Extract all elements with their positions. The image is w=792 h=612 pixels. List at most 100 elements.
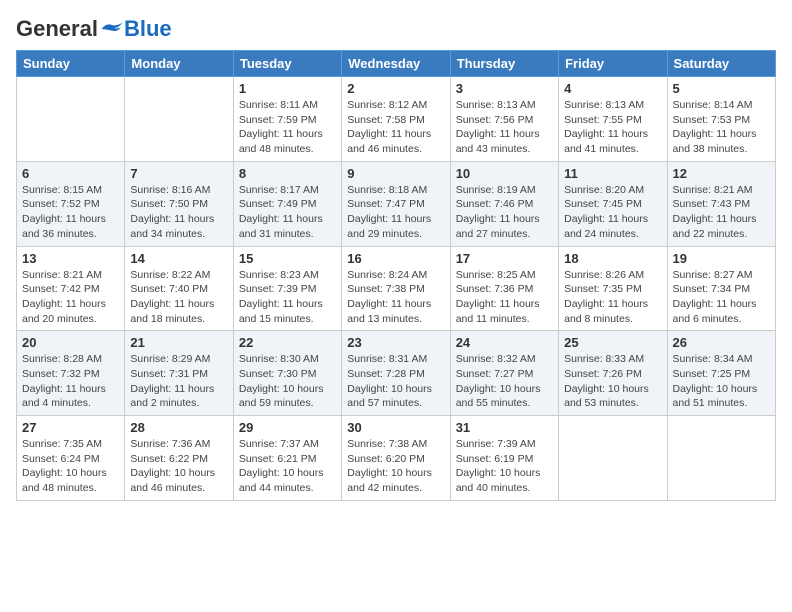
logo-bird-icon xyxy=(100,20,124,38)
day-of-week-header: Tuesday xyxy=(233,51,341,77)
day-of-week-header: Wednesday xyxy=(342,51,450,77)
day-number: 18 xyxy=(564,251,661,266)
calendar-cell: 1 Sunrise: 8:11 AM Sunset: 7:59 PM Daylig… xyxy=(233,77,341,162)
calendar-cell: 10 Sunrise: 8:19 AM Sunset: 7:46 PM Dayli… xyxy=(450,161,558,246)
day-number: 6 xyxy=(22,166,119,181)
day-detail: Sunrise: 8:21 AM Sunset: 7:42 PM Dayligh… xyxy=(22,268,119,327)
calendar-cell: 13 Sunrise: 8:21 AM Sunset: 7:42 PM Dayli… xyxy=(17,246,125,331)
calendar-cell: 11 Sunrise: 8:20 AM Sunset: 7:45 PM Dayli… xyxy=(559,161,667,246)
day-detail: Sunrise: 8:33 AM Sunset: 7:26 PM Dayligh… xyxy=(564,352,661,411)
day-number: 28 xyxy=(130,420,227,435)
calendar-cell: 23Sunrise: 8:31 AM Sunset: 7:28 PM Dayli… xyxy=(342,331,450,416)
calendar-cell: 8Sunrise: 8:17 AM Sunset: 7:49 PM Daylig… xyxy=(233,161,341,246)
day-detail: Sunrise: 8:11 AM Sunset: 7:59 PM Dayligh… xyxy=(239,98,336,157)
day-number: 5 xyxy=(673,81,770,96)
day-detail: Sunrise: 8:19 AM Sunset: 7:46 PM Dayligh… xyxy=(456,183,553,242)
day-detail: Sunrise: 7:35 AM Sunset: 6:24 PM Dayligh… xyxy=(22,437,119,496)
calendar-cell xyxy=(667,416,775,501)
day-number: 24 xyxy=(456,335,553,350)
day-of-week-header: Saturday xyxy=(667,51,775,77)
calendar-cell: 31 Sunrise: 7:39 AM Sunset: 6:19 PM Dayli… xyxy=(450,416,558,501)
calendar-cell: 19 Sunrise: 8:27 AM Sunset: 7:34 PM Dayli… xyxy=(667,246,775,331)
day-detail: Sunrise: 8:23 AM Sunset: 7:39 PM Dayligh… xyxy=(239,268,336,327)
calendar-cell: 16 Sunrise: 8:24 AM Sunset: 7:38 PM Dayli… xyxy=(342,246,450,331)
day-detail: Sunrise: 8:22 AM Sunset: 7:40 PM Dayligh… xyxy=(130,268,227,327)
calendar-cell: 15 Sunrise: 8:23 AM Sunset: 7:39 PM Dayli… xyxy=(233,246,341,331)
day-of-week-header: Friday xyxy=(559,51,667,77)
day-number: 20 xyxy=(22,335,119,350)
day-number: 1 xyxy=(239,81,336,96)
day-number: 3 xyxy=(456,81,553,96)
day-detail: Sunrise: 8:30 AM Sunset: 7:30 PM Dayligh… xyxy=(239,352,336,411)
day-detail: Sunrise: 8:21 AM Sunset: 7:43 PM Dayligh… xyxy=(673,183,770,242)
calendar-cell xyxy=(125,77,233,162)
calendar-cell: 7 Sunrise: 8:16 AM Sunset: 7:50 PM Daylig… xyxy=(125,161,233,246)
day-detail: Sunrise: 8:27 AM Sunset: 7:34 PM Dayligh… xyxy=(673,268,770,327)
calendar-cell: 17Sunrise: 8:25 AM Sunset: 7:36 PM Dayli… xyxy=(450,246,558,331)
day-detail: Sunrise: 8:25 AM Sunset: 7:36 PM Dayligh… xyxy=(456,268,553,327)
day-number: 22 xyxy=(239,335,336,350)
calendar-cell: 22 Sunrise: 8:30 AM Sunset: 7:30 PM Dayli… xyxy=(233,331,341,416)
calendar-cell: 28 Sunrise: 7:36 AM Sunset: 6:22 PM Dayli… xyxy=(125,416,233,501)
day-number: 16 xyxy=(347,251,444,266)
day-detail: Sunrise: 8:13 AM Sunset: 7:56 PM Dayligh… xyxy=(456,98,553,157)
day-detail: Sunrise: 8:15 AM Sunset: 7:52 PM Dayligh… xyxy=(22,183,119,242)
day-detail: Sunrise: 8:32 AM Sunset: 7:27 PM Dayligh… xyxy=(456,352,553,411)
calendar-cell: 25 Sunrise: 8:33 AM Sunset: 7:26 PM Dayli… xyxy=(559,331,667,416)
day-number: 12 xyxy=(673,166,770,181)
day-number: 30 xyxy=(347,420,444,435)
day-number: 9 xyxy=(347,166,444,181)
day-detail: Sunrise: 8:20 AM Sunset: 7:45 PM Dayligh… xyxy=(564,183,661,242)
day-detail: Sunrise: 7:37 AM Sunset: 6:21 PM Dayligh… xyxy=(239,437,336,496)
day-number: 10 xyxy=(456,166,553,181)
day-detail: Sunrise: 8:18 AM Sunset: 7:47 PM Dayligh… xyxy=(347,183,444,242)
day-number: 15 xyxy=(239,251,336,266)
calendar-cell: 24 Sunrise: 8:32 AM Sunset: 7:27 PM Dayli… xyxy=(450,331,558,416)
calendar-cell: 5 Sunrise: 8:14 AM Sunset: 7:53 PM Daylig… xyxy=(667,77,775,162)
day-detail: Sunrise: 8:26 AM Sunset: 7:35 PM Dayligh… xyxy=(564,268,661,327)
calendar-cell xyxy=(17,77,125,162)
day-number: 19 xyxy=(673,251,770,266)
page-header: General Blue xyxy=(16,16,776,42)
day-number: 21 xyxy=(130,335,227,350)
day-detail: Sunrise: 8:28 AM Sunset: 7:32 PM Dayligh… xyxy=(22,352,119,411)
day-detail: Sunrise: 8:12 AM Sunset: 7:58 PM Dayligh… xyxy=(347,98,444,157)
day-detail: Sunrise: 8:16 AM Sunset: 7:50 PM Dayligh… xyxy=(130,183,227,242)
day-of-week-header: Monday xyxy=(125,51,233,77)
day-number: 31 xyxy=(456,420,553,435)
day-number: 7 xyxy=(130,166,227,181)
day-number: 14 xyxy=(130,251,227,266)
day-of-week-header: Thursday xyxy=(450,51,558,77)
day-number: 2 xyxy=(347,81,444,96)
day-detail: Sunrise: 8:34 AM Sunset: 7:25 PM Dayligh… xyxy=(673,352,770,411)
day-number: 11 xyxy=(564,166,661,181)
logo-general-text: General xyxy=(16,16,98,42)
calendar-cell: 27 Sunrise: 7:35 AM Sunset: 6:24 PM Dayli… xyxy=(17,416,125,501)
calendar-cell: 4 Sunrise: 8:13 AM Sunset: 7:55 PM Daylig… xyxy=(559,77,667,162)
logo-blue-text: Blue xyxy=(124,16,172,42)
day-number: 29 xyxy=(239,420,336,435)
day-detail: Sunrise: 8:14 AM Sunset: 7:53 PM Dayligh… xyxy=(673,98,770,157)
calendar-cell xyxy=(559,416,667,501)
day-detail: Sunrise: 8:13 AM Sunset: 7:55 PM Dayligh… xyxy=(564,98,661,157)
day-number: 27 xyxy=(22,420,119,435)
day-number: 4 xyxy=(564,81,661,96)
calendar-cell: 30 Sunrise: 7:38 AM Sunset: 6:20 PM Dayli… xyxy=(342,416,450,501)
day-detail: Sunrise: 8:29 AM Sunset: 7:31 PM Dayligh… xyxy=(130,352,227,411)
day-detail: Sunrise: 7:36 AM Sunset: 6:22 PM Dayligh… xyxy=(130,437,227,496)
calendar-cell: 6 Sunrise: 8:15 AM Sunset: 7:52 PM Daylig… xyxy=(17,161,125,246)
calendar-cell: 21 Sunrise: 8:29 AM Sunset: 7:31 PM Dayli… xyxy=(125,331,233,416)
day-number: 13 xyxy=(22,251,119,266)
day-detail: Sunrise: 8:31 AM Sunset: 7:28 PM Dayligh… xyxy=(347,352,444,411)
day-detail: Sunrise: 8:17 AM Sunset: 7:49 PM Dayligh… xyxy=(239,183,336,242)
calendar-table: SundayMondayTuesdayWednesdayThursdayFrid… xyxy=(16,50,776,501)
calendar-cell: 29 Sunrise: 7:37 AM Sunset: 6:21 PM Dayli… xyxy=(233,416,341,501)
day-detail: Sunrise: 8:24 AM Sunset: 7:38 PM Dayligh… xyxy=(347,268,444,327)
calendar-cell: 9 Sunrise: 8:18 AM Sunset: 7:47 PM Daylig… xyxy=(342,161,450,246)
calendar-cell: 18 Sunrise: 8:26 AM Sunset: 7:35 PM Dayli… xyxy=(559,246,667,331)
calendar-cell: 12 Sunrise: 8:21 AM Sunset: 7:43 PM Dayli… xyxy=(667,161,775,246)
day-number: 25 xyxy=(564,335,661,350)
day-detail: Sunrise: 7:39 AM Sunset: 6:19 PM Dayligh… xyxy=(456,437,553,496)
day-detail: Sunrise: 7:38 AM Sunset: 6:20 PM Dayligh… xyxy=(347,437,444,496)
day-number: 26 xyxy=(673,335,770,350)
